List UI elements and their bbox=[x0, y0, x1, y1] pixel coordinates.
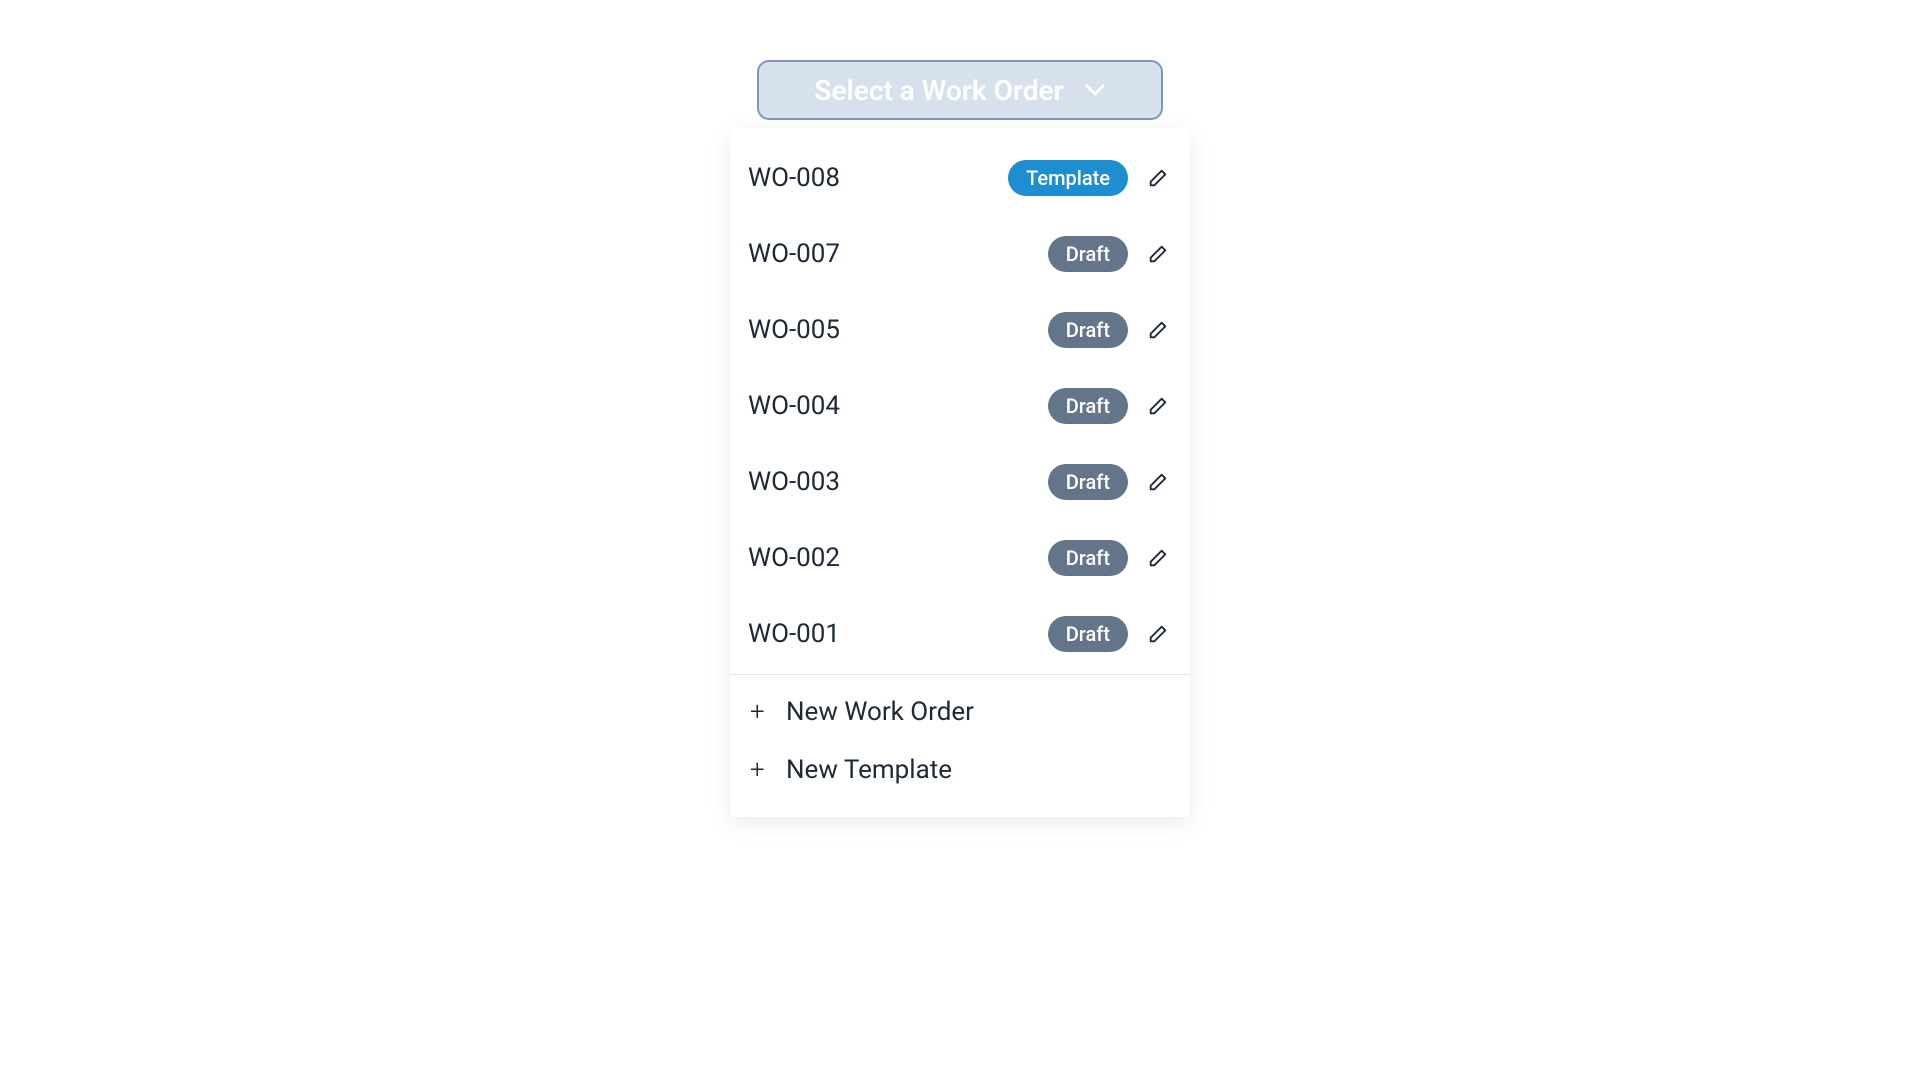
edit-icon[interactable] bbox=[1146, 166, 1170, 190]
edit-icon[interactable] bbox=[1146, 622, 1170, 646]
edit-icon[interactable] bbox=[1146, 242, 1170, 266]
chevron-down-icon bbox=[1084, 79, 1106, 101]
item-right-group: Draft bbox=[1048, 464, 1170, 500]
select-button-label: Select a Work Order bbox=[814, 74, 1063, 107]
work-order-item[interactable]: WO-001 Draft bbox=[730, 596, 1190, 672]
work-order-item[interactable]: WO-007 Draft bbox=[730, 216, 1190, 292]
status-badge: Draft bbox=[1048, 464, 1128, 500]
footer-actions: + New Work Order + New Template bbox=[730, 675, 1190, 817]
item-right-group: Draft bbox=[1048, 236, 1170, 272]
work-order-code: WO-005 bbox=[748, 315, 840, 345]
status-badge: Draft bbox=[1048, 616, 1128, 652]
plus-icon: + bbox=[750, 697, 764, 727]
work-order-item[interactable]: WO-003 Draft bbox=[730, 444, 1190, 520]
new-work-order-label: New Work Order bbox=[786, 697, 974, 727]
status-badge: Template bbox=[1008, 160, 1128, 196]
work-order-item[interactable]: WO-002 Draft bbox=[730, 520, 1190, 596]
work-order-code: WO-001 bbox=[748, 619, 840, 649]
new-template-label: New Template bbox=[786, 755, 952, 785]
edit-icon[interactable] bbox=[1146, 470, 1170, 494]
edit-icon[interactable] bbox=[1146, 394, 1170, 418]
item-right-group: Template bbox=[1008, 160, 1170, 196]
dropdown-panel: WO-008 Template WO-007 Draft bbox=[730, 128, 1190, 817]
work-order-code: WO-008 bbox=[748, 163, 840, 193]
status-badge: Draft bbox=[1048, 312, 1128, 348]
select-work-order-button[interactable]: Select a Work Order bbox=[757, 60, 1163, 120]
edit-icon[interactable] bbox=[1146, 318, 1170, 342]
item-right-group: Draft bbox=[1048, 616, 1170, 652]
work-order-item[interactable]: WO-004 Draft bbox=[730, 368, 1190, 444]
new-work-order-button[interactable]: + New Work Order bbox=[730, 683, 1190, 741]
item-right-group: Draft bbox=[1048, 540, 1170, 576]
work-order-selector: Select a Work Order WO-008 Template WO-0… bbox=[730, 60, 1190, 1080]
work-order-item[interactable]: WO-008 Template bbox=[730, 140, 1190, 216]
work-order-code: WO-002 bbox=[748, 543, 840, 573]
status-badge: Draft bbox=[1048, 388, 1128, 424]
status-badge: Draft bbox=[1048, 236, 1128, 272]
edit-icon[interactable] bbox=[1146, 546, 1170, 570]
plus-icon: + bbox=[750, 755, 764, 785]
work-order-code: WO-004 bbox=[748, 391, 840, 421]
work-order-code: WO-003 bbox=[748, 467, 840, 497]
item-right-group: Draft bbox=[1048, 312, 1170, 348]
new-template-button[interactable]: + New Template bbox=[730, 741, 1190, 799]
work-order-item[interactable]: WO-005 Draft bbox=[730, 292, 1190, 368]
work-order-code: WO-007 bbox=[748, 239, 840, 269]
item-right-group: Draft bbox=[1048, 388, 1170, 424]
work-order-list: WO-008 Template WO-007 Draft bbox=[730, 128, 1190, 672]
status-badge: Draft bbox=[1048, 540, 1128, 576]
